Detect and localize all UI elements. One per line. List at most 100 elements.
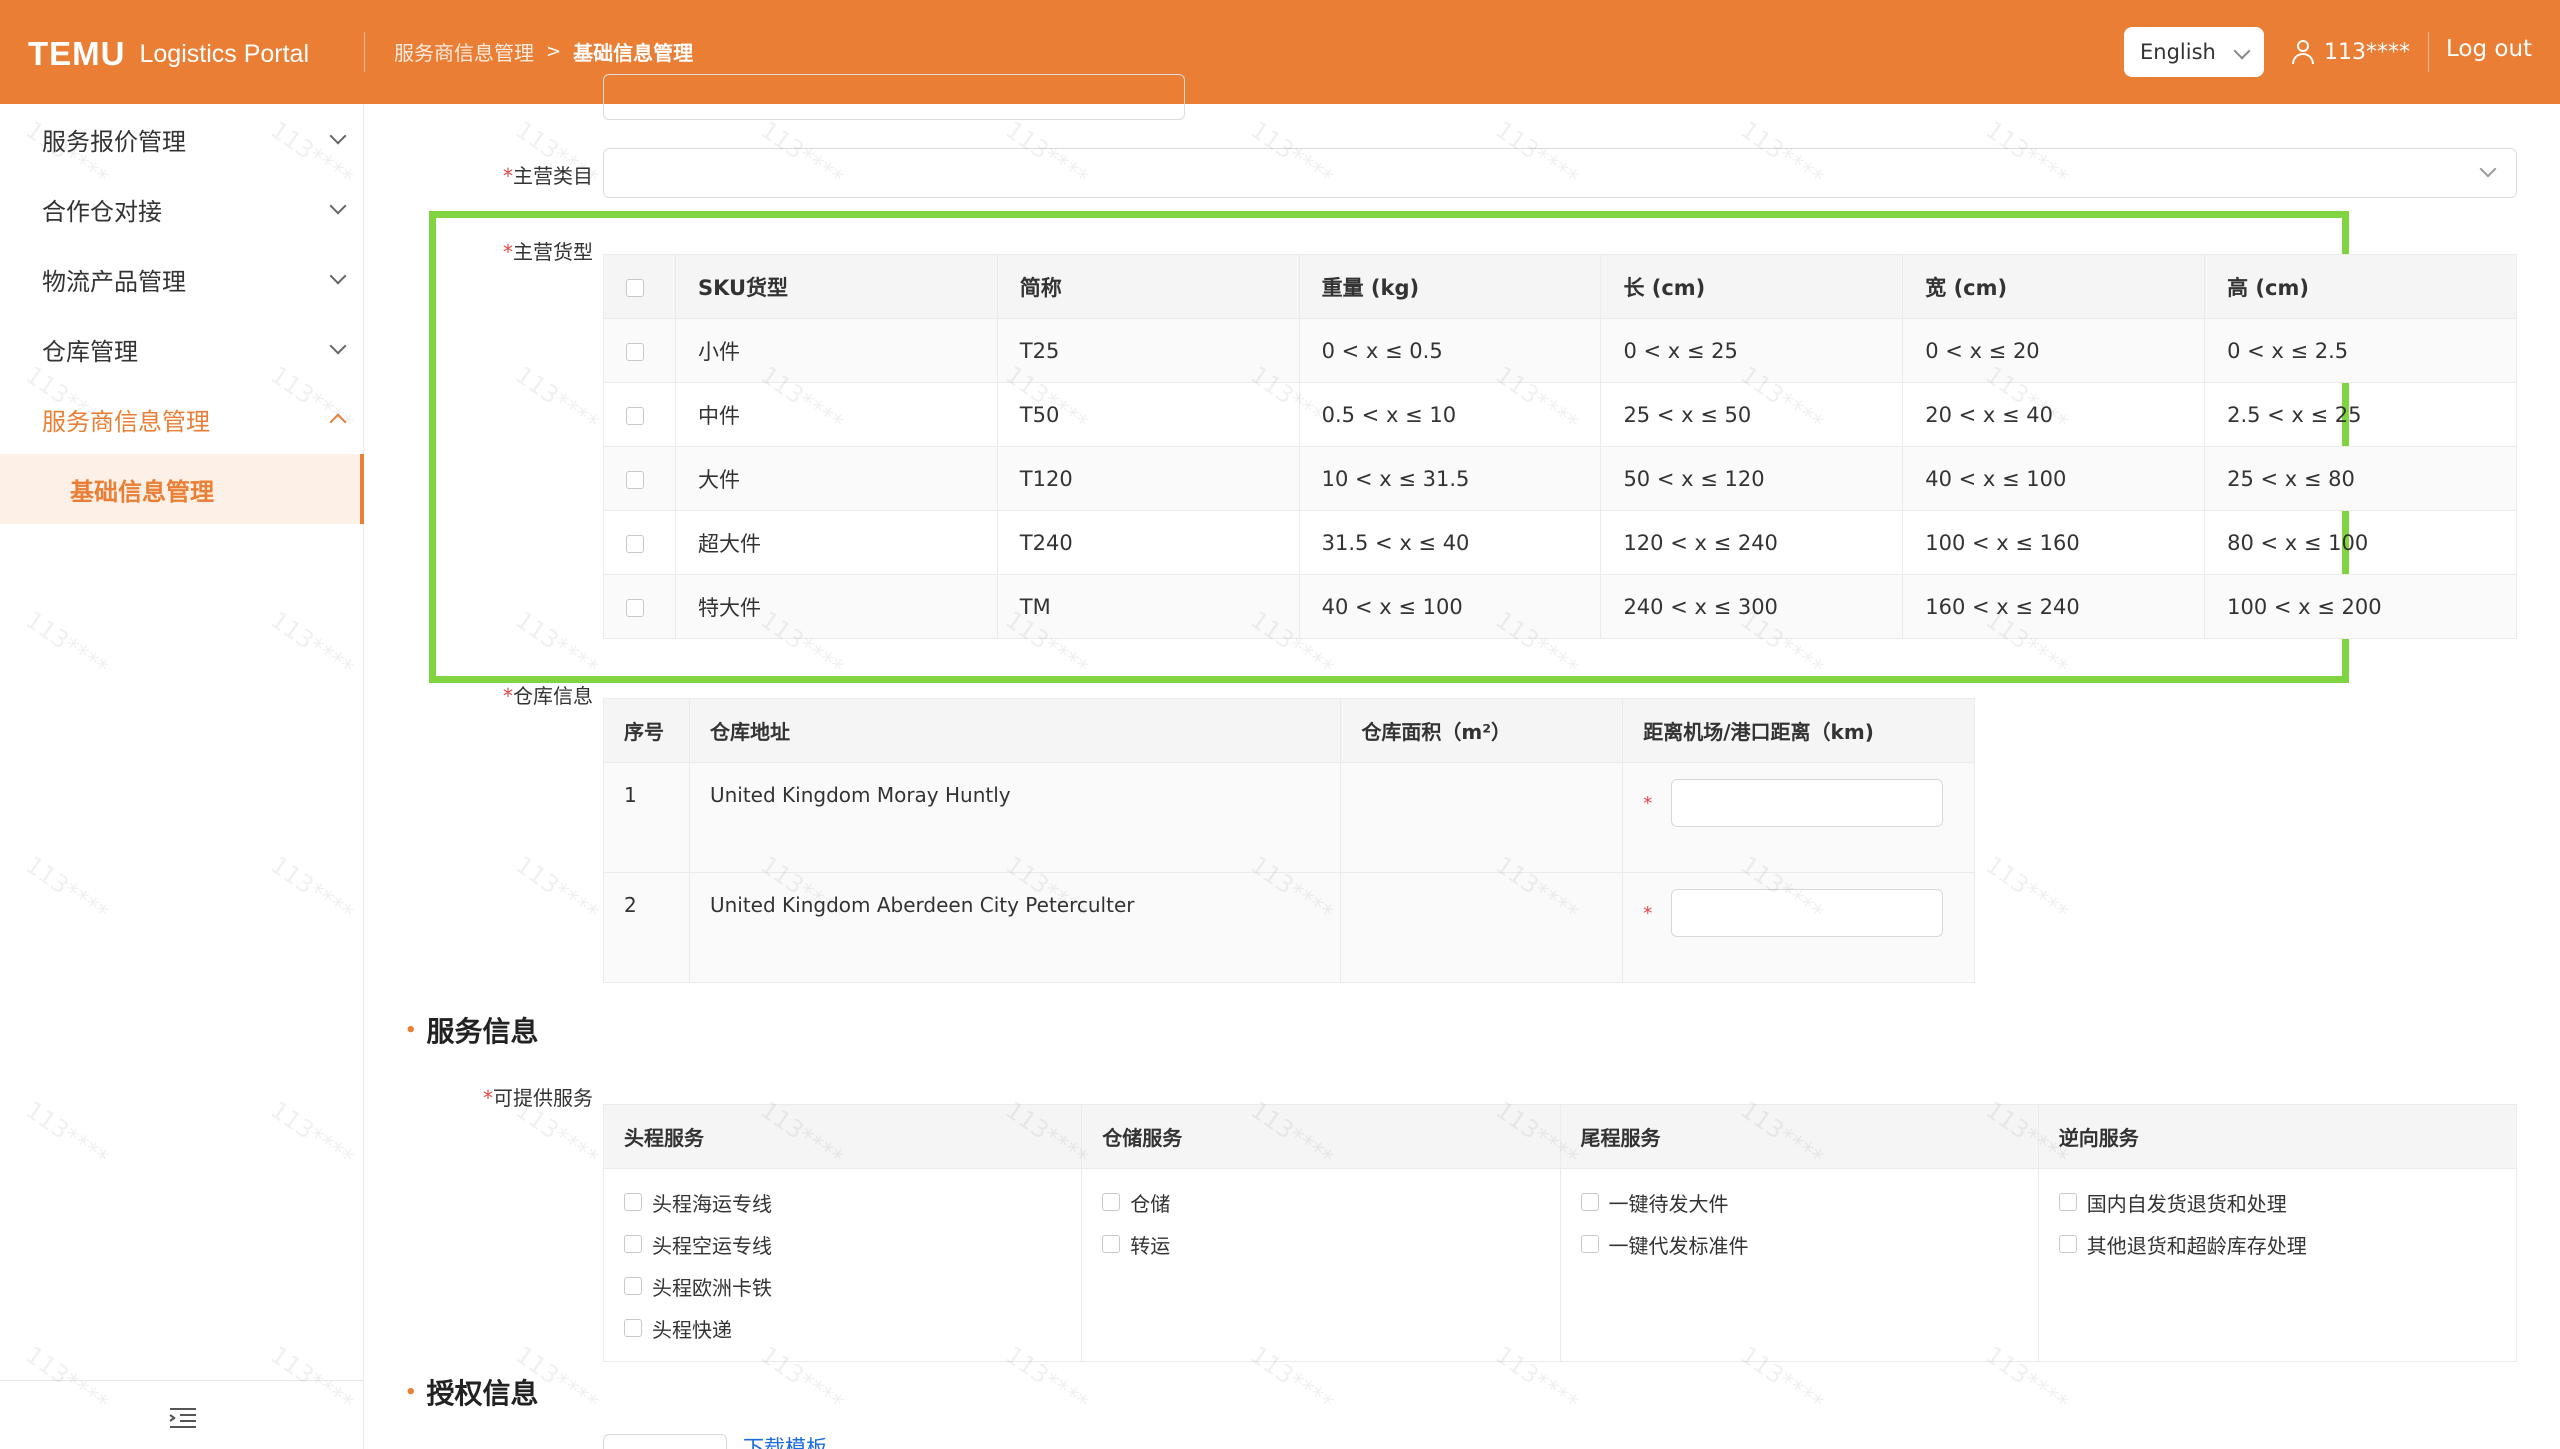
logo-portal-name: Logistics Portal [139, 39, 310, 68]
service-option[interactable]: 国内自发货退货和处理 [2058, 1181, 2516, 1223]
sidebar-subitem-basic-info[interactable]: 基础信息管理 [0, 454, 364, 524]
sidebar-divider [0, 1380, 364, 1381]
user-menu[interactable]: 113**** [2292, 36, 2410, 68]
table-cell: 大件 [674, 446, 998, 511]
table-cell: 0.5 < x ≤ 10 [1298, 382, 1602, 447]
table-cell: 0 < x ≤ 20 [1902, 318, 2206, 383]
main-content: *主营类目 *主营货型 SKU货型 简称 重量 (kg) 长 (cm) 宽 (c… [365, 74, 2560, 1449]
column-header: 仓库地址 [688, 698, 1342, 763]
table-cell: 25 < x ≤ 80 [2204, 446, 2517, 511]
service-option[interactable]: 头程海运专线 [624, 1181, 1081, 1223]
logo-brand: TEMU [28, 35, 126, 72]
table-cell: 特大件 [674, 574, 998, 639]
table-header-row: 头程服务 仓储服务 尾程服务 逆向服务 [602, 1104, 2518, 1169]
breadcrumb-separator: > [546, 40, 562, 62]
breadcrumb-parent[interactable]: 服务商信息管理 [394, 37, 534, 66]
column-header: 简称 [996, 254, 1300, 319]
header-divider [364, 32, 365, 72]
table-cell: 100 < x ≤ 200 [2204, 574, 2517, 639]
logo[interactable]: TEMU Logistics Portal [28, 34, 309, 74]
table-cell [1340, 872, 1624, 983]
row-checkbox[interactable] [626, 406, 644, 425]
service-option[interactable]: 仓储 [1102, 1181, 1559, 1223]
table-row: 小件 T25 0 < x ≤ 0.5 0 < x ≤ 25 0 < x ≤ 20… [603, 318, 2517, 383]
service-column: 一键待发大件 一键代发标准件 [1559, 1168, 2039, 1362]
checkbox[interactable] [624, 1319, 642, 1337]
distance-cell: * [1622, 872, 1975, 983]
table-cell: 中件 [674, 382, 998, 447]
chevron-up-icon [329, 413, 347, 431]
checkbox[interactable] [2058, 1235, 2077, 1253]
row-checkbox[interactable] [626, 342, 644, 361]
row-checkbox[interactable] [626, 470, 644, 489]
top-header: TEMU Logistics Portal 服务商信息管理 > 基础信息管理 E… [0, 0, 2560, 104]
column-header: 仓储服务 [1081, 1104, 1561, 1169]
service-option[interactable]: 头程快递 [624, 1307, 1081, 1349]
service-option[interactable]: 其他退货和超龄库存处理 [2058, 1223, 2516, 1265]
table-row: 大件 T120 10 < x ≤ 31.5 50 < x ≤ 120 40 < … [603, 446, 2517, 511]
sku-table: SKU货型 简称 重量 (kg) 长 (cm) 宽 (cm) 高 (cm) 小件… [603, 254, 2517, 639]
download-template-link[interactable]: 下载模板 [743, 1432, 827, 1449]
checkbox[interactable] [1102, 1193, 1121, 1211]
user-icon [2292, 40, 2314, 64]
service-option[interactable]: 头程空运专线 [624, 1223, 1081, 1265]
service-option[interactable]: 转运 [1102, 1223, 1559, 1265]
sidebar-item-logistics-product[interactable]: 物流产品管理 [0, 244, 364, 314]
table-cell: 40 < x ≤ 100 [1298, 574, 1602, 639]
checkbox[interactable] [624, 1277, 642, 1295]
checkbox[interactable] [1102, 1235, 1121, 1253]
checkbox[interactable] [1580, 1193, 1599, 1211]
table-cell: 1 [603, 762, 690, 873]
category-select[interactable] [603, 148, 2517, 198]
upload-button[interactable] [603, 1434, 727, 1449]
section-dot: • [405, 1381, 417, 1403]
logout-button[interactable]: Log out [2446, 36, 2532, 62]
language-select[interactable]: English [2124, 27, 2264, 77]
distance-input[interactable] [1671, 889, 1944, 937]
chevron-down-icon [2479, 160, 2497, 178]
table-header-row: SKU货型 简称 重量 (kg) 长 (cm) 宽 (cm) 高 (cm) [603, 254, 2517, 319]
table-cell: T120 [996, 446, 1300, 511]
table-cell: T240 [996, 510, 1300, 575]
checkbox[interactable] [1580, 1235, 1599, 1253]
sidebar-item-label: 服务商信息管理 [42, 407, 210, 436]
select-all-checkbox[interactable] [626, 278, 644, 297]
services-label: *可提供服务 [483, 1086, 593, 1110]
checkbox[interactable] [624, 1235, 642, 1253]
collapse-sidebar-icon[interactable] [169, 1406, 196, 1428]
sidebar-item-partner-warehouse[interactable]: 合作仓对接 [0, 174, 364, 244]
row-checkbox[interactable] [626, 534, 644, 553]
sidebar-item-service-quote[interactable]: 服务报价管理 [0, 104, 364, 174]
column-header: 头程服务 [602, 1104, 1083, 1169]
column-header: 序号 [603, 698, 690, 763]
table-row: 头程海运专线 头程空运专线 头程欧洲卡铁 头程快递 仓储 转运 一键待发大件 一… [602, 1168, 2518, 1362]
table-cell: 超大件 [674, 510, 998, 575]
warehouse-table: 序号 仓库地址 仓库面积（m²） 距离机场/港口距离（km) 1 United … [603, 698, 1975, 983]
required-mark: * [1643, 903, 1653, 924]
table-cell: 100 < x ≤ 160 [1902, 510, 2206, 575]
distance-input[interactable] [1671, 779, 1944, 827]
table-row: 2 United Kingdom Aberdeen City Petercult… [603, 872, 1975, 983]
table-cell: T25 [996, 318, 1300, 383]
table-cell: 80 < x ≤ 100 [2204, 510, 2517, 575]
header-divider [2428, 32, 2429, 72]
cargo-type-label: *主营货型 [503, 240, 593, 264]
table-cell: 0 < x ≤ 25 [1600, 318, 1904, 383]
service-option[interactable]: 一键代发标准件 [1580, 1223, 2038, 1265]
sidebar-item-provider-info[interactable]: 服务商信息管理 [0, 384, 364, 454]
sidebar-item-label: 仓库管理 [42, 337, 138, 366]
service-option[interactable]: 头程欧洲卡铁 [624, 1265, 1081, 1307]
checkbox[interactable] [2058, 1193, 2077, 1211]
table-cell: 31.5 < x ≤ 40 [1298, 510, 1602, 575]
breadcrumb: 服务商信息管理 > 基础信息管理 [394, 36, 693, 66]
table-cell: 2 [603, 872, 690, 983]
partial-input[interactable] [603, 74, 1185, 120]
services-table: 头程服务 仓储服务 尾程服务 逆向服务 头程海运专线 头程空运专线 头程欧洲卡铁… [602, 1104, 2518, 1362]
row-checkbox[interactable] [626, 598, 644, 617]
service-option[interactable]: 一键待发大件 [1580, 1181, 2038, 1223]
sidebar-item-warehouse[interactable]: 仓库管理 [0, 314, 364, 384]
column-header: 尾程服务 [1559, 1104, 2039, 1169]
table-row: 中件 T50 0.5 < x ≤ 10 25 < x ≤ 50 20 < x ≤… [603, 382, 2517, 447]
required-mark: * [1643, 793, 1653, 814]
checkbox[interactable] [624, 1193, 642, 1211]
